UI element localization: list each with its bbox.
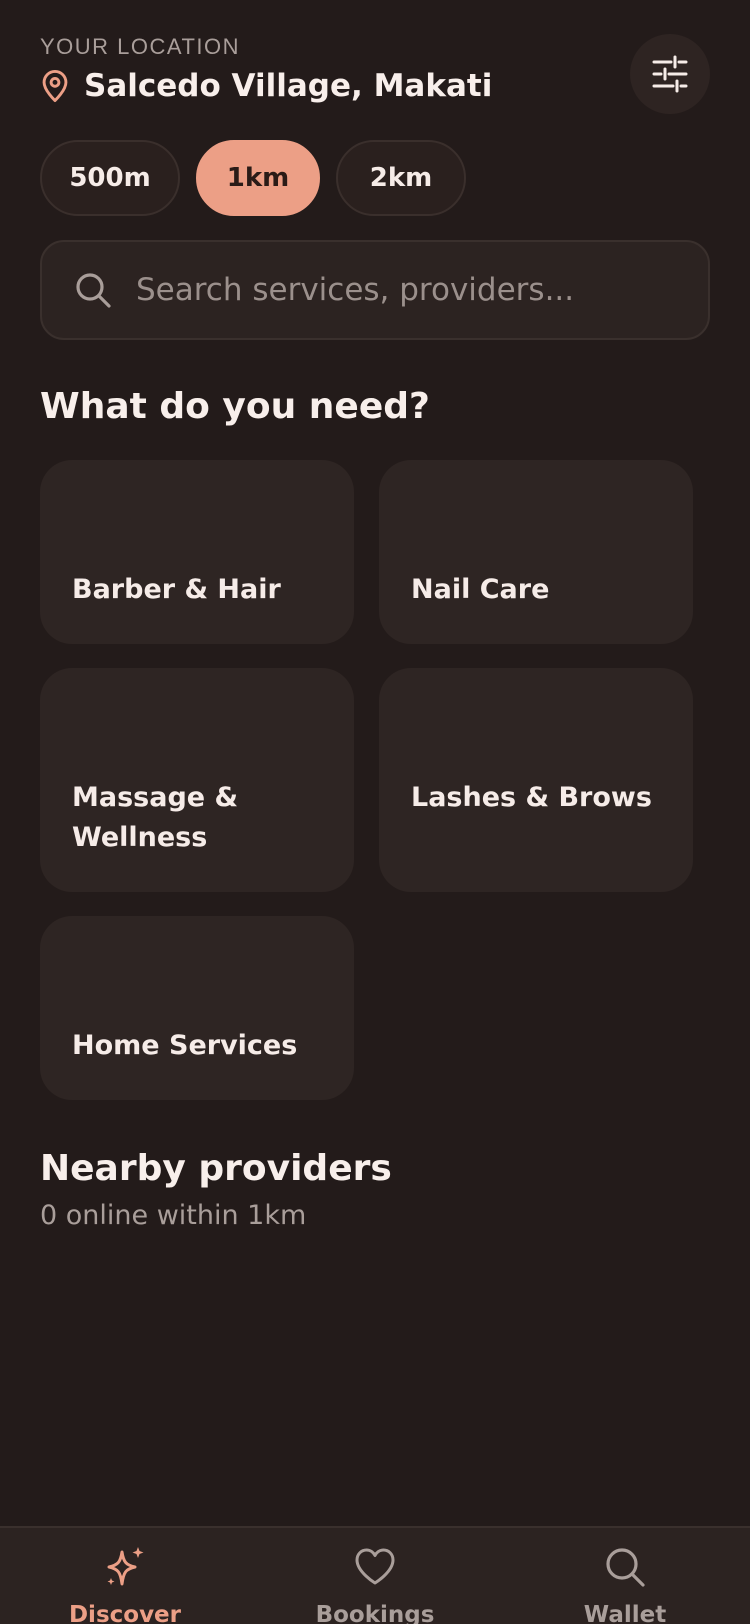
tab-wallet[interactable]: Wallet [545,1544,705,1624]
category-card-nail-care[interactable]: Nail Care [379,460,693,644]
nearby-title: Nearby providers [40,1148,392,1189]
category-label: Home Services [72,1030,298,1061]
tab-label: Bookings [315,1602,435,1624]
tab-bookings[interactable]: Bookings [295,1544,455,1624]
category-label: Barber & Hair [72,574,281,605]
heart-icon [355,1548,395,1585]
radius-chip-1km[interactable]: 1km [196,140,320,216]
sparkle-icon [107,1547,144,1586]
radius-chips: 500m 1km 2km [40,140,466,216]
radius-chip-2km[interactable]: 2km [336,140,466,216]
category-card-barber-hair[interactable]: Barber & Hair [40,460,354,644]
categories-title: What do you need? [40,386,430,427]
location-label: YOUR LOCATION [40,34,241,59]
nearby-subtitle: 0 online within 1km [40,1200,307,1231]
category-card-home-services[interactable]: Home Services [40,916,354,1100]
radius-chip-500m[interactable]: 500m [40,140,180,216]
search-placeholder: Search services, providers... [136,272,575,308]
map-pin-icon [42,69,68,103]
category-label: Massage & Wellness [72,782,239,853]
search-input[interactable]: Search services, providers... [40,240,710,340]
category-card-lashes-brows[interactable]: Lashes & Brows [379,668,693,892]
location-header: YOUR LOCATION Salcedo Village, Makati [40,34,710,114]
tab-label: Discover [68,1602,182,1624]
search-icon [76,273,111,308]
location-selector[interactable]: Salcedo Village, Makati [40,68,710,104]
location-name: Salcedo Village, Makati [84,68,493,104]
sliders-icon [652,55,688,93]
tab-label: Wallet [583,1602,667,1624]
tab-discover[interactable]: Discover [45,1544,205,1624]
bottom-tab-bar: Discover Bookings Wallet [0,1526,750,1624]
search-icon [606,1548,645,1587]
category-label: Nail Care [411,574,550,605]
category-card-massage-wellness[interactable]: Massage & Wellness [40,668,354,892]
category-label: Lashes & Brows [411,782,652,813]
filter-button[interactable] [630,34,710,114]
